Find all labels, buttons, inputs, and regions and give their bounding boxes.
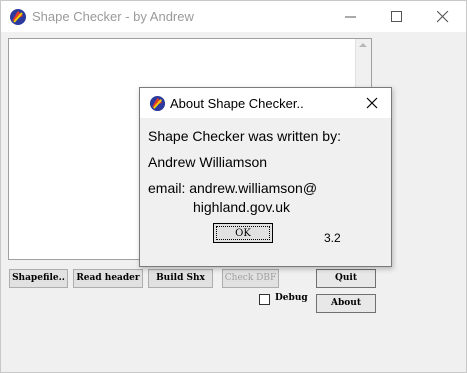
app-icon [10, 9, 26, 25]
build-shx-button[interactable]: Build Shx [148, 269, 213, 288]
debug-checkbox[interactable] [259, 294, 270, 305]
version-label: 3.2 [324, 231, 341, 245]
shapefile-button[interactable]: Shapefile.. [9, 269, 68, 288]
about-dialog-title: About Shape Checker.. [170, 96, 304, 111]
quit-button[interactable]: Quit [316, 269, 376, 288]
about-line-email-domain: highland.gov.uk [193, 199, 291, 215]
debug-label: Debug [275, 293, 308, 303]
about-dialog: About Shape Checker.. Shape Checker was … [139, 87, 392, 267]
title-bar[interactable]: Shape Checker - by Andrew [1, 1, 466, 32]
read-header-button[interactable]: Read header [73, 269, 143, 288]
about-dialog-close-button[interactable] [362, 94, 382, 112]
about-line-email: email: andrew.williamson@ [148, 180, 318, 196]
ok-button[interactable]: OK [213, 223, 273, 243]
close-button[interactable] [420, 1, 466, 32]
about-line-written-by: Shape Checker was written by: [148, 128, 341, 144]
minimize-icon [345, 16, 356, 18]
maximize-button[interactable] [374, 1, 420, 32]
about-button[interactable]: About [316, 294, 376, 313]
close-icon [366, 97, 378, 109]
window-title: Shape Checker - by Andrew [32, 9, 194, 24]
about-line-author: Andrew Williamson [148, 154, 268, 170]
app-icon [149, 95, 166, 112]
ok-button-label: OK [216, 226, 270, 240]
minimize-button[interactable] [328, 1, 374, 32]
scroll-up-arrow-icon[interactable] [359, 43, 367, 47]
check-dbf-button[interactable]: Check DBF [222, 269, 279, 288]
close-icon [437, 11, 449, 23]
maximize-icon [391, 11, 402, 22]
about-dialog-title-bar[interactable]: About Shape Checker.. [140, 88, 391, 118]
